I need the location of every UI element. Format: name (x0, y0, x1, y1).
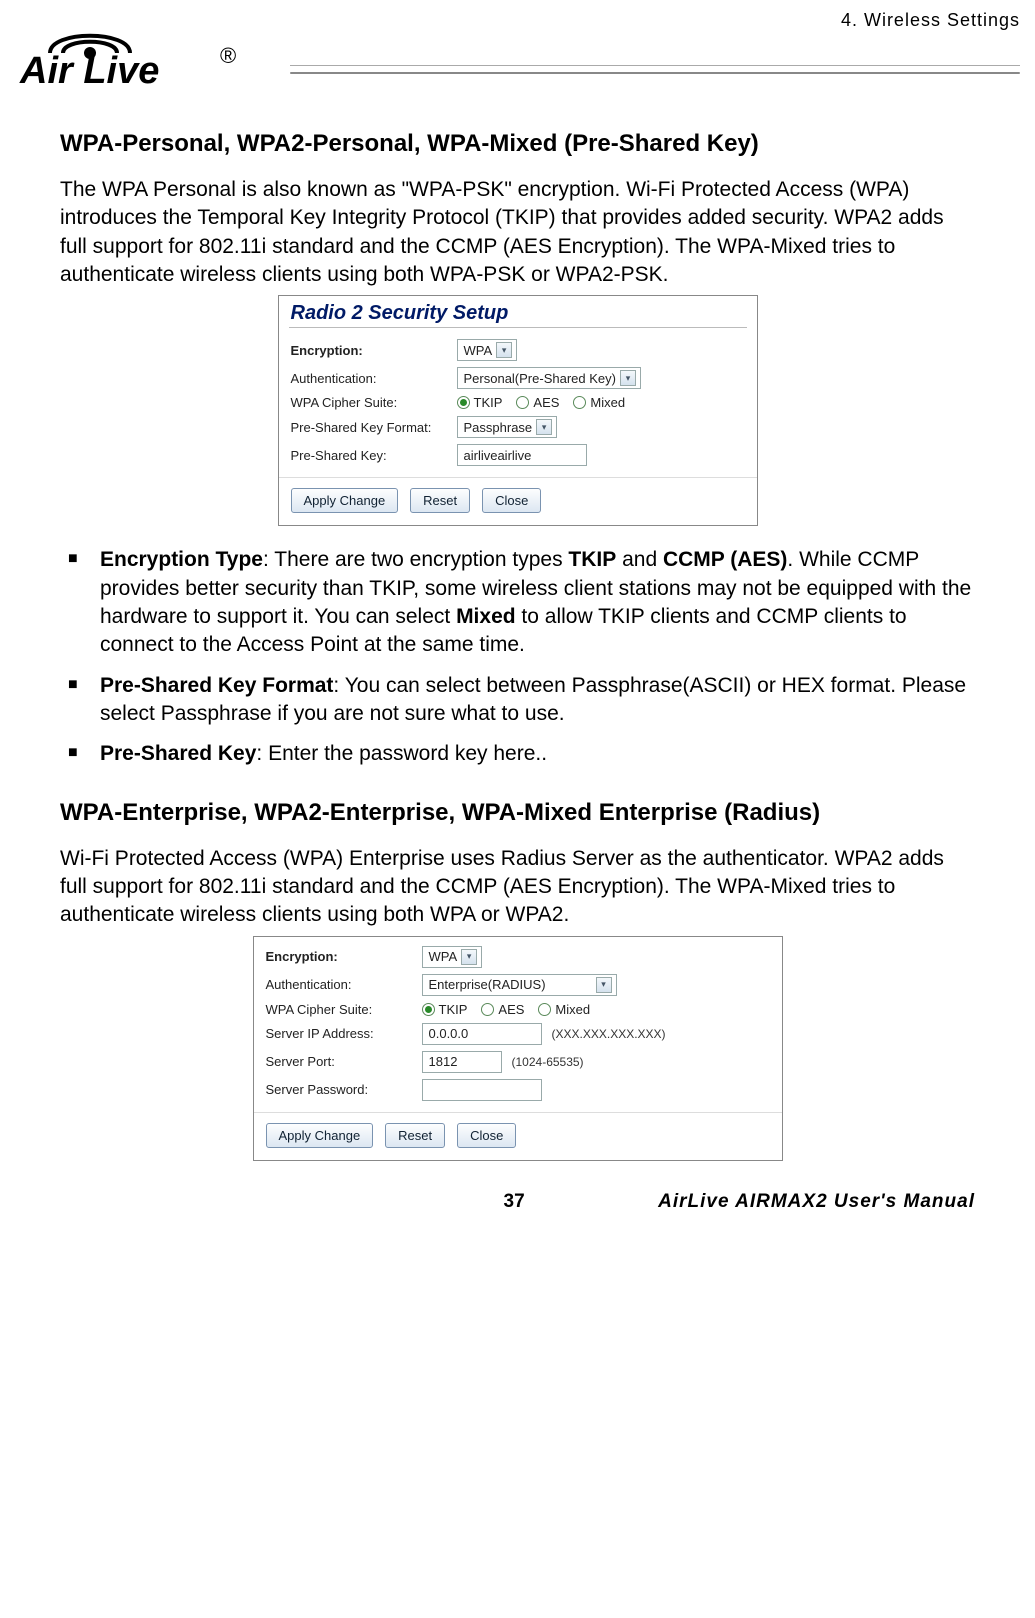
close-button[interactable]: Close (457, 1123, 516, 1148)
cipher-radio-group: TKIP AES Mixed (457, 395, 626, 410)
section-label: 4. Wireless Settings (841, 10, 1020, 31)
cipher-tkip-radio[interactable]: TKIP (457, 395, 503, 410)
encryption2-row: Encryption: WPA ▾ (254, 943, 782, 971)
encryption-value: WPA (464, 343, 493, 358)
radio-icon (516, 396, 529, 409)
bullet-psk: Pre-Shared Key: Enter the password key h… (60, 740, 975, 768)
cipher2-aes-radio[interactable]: AES (481, 1002, 524, 1017)
cipher-row: WPA Cipher Suite: TKIP AES Mixed (279, 392, 757, 413)
reset-button[interactable]: Reset (385, 1123, 445, 1148)
svg-text:Air Live: Air Live (19, 50, 159, 90)
section1-paragraph: The WPA Personal is also known as "WPA-P… (60, 176, 975, 289)
reset-button[interactable]: Reset (410, 488, 470, 513)
psk-format-row: Pre-Shared Key Format: Passphrase ▾ (279, 413, 757, 441)
cipher-label: WPA Cipher Suite: (291, 395, 451, 410)
page-header: Air Live ® 4. Wireless Settings (60, 10, 975, 100)
dialog2-buttons: Apply Change Reset Close (254, 1112, 782, 1160)
psk-row: Pre-Shared Key: airliveairlive (279, 441, 757, 469)
section2-heading: WPA-Enterprise, WPA2-Enterprise, WPA-Mix… (60, 799, 975, 827)
svg-text:®: ® (220, 43, 236, 68)
psk-input[interactable]: airliveairlive (457, 444, 587, 466)
server-port-hint: (1024-65535) (512, 1055, 584, 1069)
radio-icon (573, 396, 586, 409)
security-setup-dialog: Radio 2 Security Setup Encryption: WPA ▾… (278, 295, 758, 526)
radio-icon (481, 1003, 494, 1016)
enterprise-dialog: Encryption: WPA ▾ Authentication: Enterp… (253, 936, 783, 1161)
cipher2-label: WPA Cipher Suite: (266, 1002, 416, 1017)
bullet-psk-format: Pre-Shared Key Format: You can select be… (60, 672, 975, 729)
server-ip-input[interactable]: 0.0.0.0 (422, 1023, 542, 1045)
encryption2-value: WPA (429, 949, 458, 964)
dialog1-divider (289, 327, 747, 328)
auth2-label: Authentication: (266, 977, 416, 992)
cipher-mixed-radio[interactable]: Mixed (573, 395, 625, 410)
server-password-row: Server Password: (254, 1076, 782, 1104)
dialog1-buttons: Apply Change Reset Close (279, 477, 757, 525)
server-port-input[interactable]: 1812 (422, 1051, 502, 1073)
auth-label: Authentication: (291, 371, 451, 386)
radio-icon (538, 1003, 551, 1016)
chevron-down-icon: ▾ (536, 419, 552, 435)
chevron-down-icon: ▾ (461, 949, 477, 965)
encryption2-label: Encryption: (266, 949, 416, 964)
server-ip-hint: (XXX.XXX.XXX.XXX) (552, 1027, 666, 1041)
cipher2-row: WPA Cipher Suite: TKIP AES Mixed (254, 999, 782, 1020)
section1-heading: WPA-Personal, WPA2-Personal, WPA-Mixed (… (60, 130, 975, 158)
apply-button[interactable]: Apply Change (266, 1123, 374, 1148)
chevron-down-icon: ▾ (620, 370, 636, 386)
cipher-aes-radio[interactable]: AES (516, 395, 559, 410)
bullet-encryption-type: Encryption Type: There are two encryptio… (60, 546, 975, 659)
auth-row: Authentication: Personal(Pre-Shared Key)… (279, 364, 757, 392)
section2-paragraph: Wi-Fi Protected Access (WPA) Enterprise … (60, 845, 975, 930)
chevron-down-icon: ▾ (596, 977, 612, 993)
bullet-list-1: Encryption Type: There are two encryptio… (60, 546, 975, 768)
auth-select[interactable]: Personal(Pre-Shared Key) ▾ (457, 367, 641, 389)
dialog1-title: Radio 2 Security Setup (279, 296, 757, 327)
server-password-input[interactable] (422, 1079, 542, 1101)
psk-label: Pre-Shared Key: (291, 448, 451, 463)
psk-format-value: Passphrase (464, 420, 533, 435)
server-password-label: Server Password: (266, 1082, 416, 1097)
auth2-select[interactable]: Enterprise(RADIUS) ▾ (422, 974, 617, 996)
server-port-label: Server Port: (266, 1054, 416, 1069)
auth2-row: Authentication: Enterprise(RADIUS) ▾ (254, 971, 782, 999)
radio-icon (422, 1003, 435, 1016)
page-number: 37 (504, 1191, 525, 1213)
encryption2-select[interactable]: WPA ▾ (422, 946, 483, 968)
server-ip-label: Server IP Address: (266, 1026, 416, 1041)
cipher2-radio-group: TKIP AES Mixed (422, 1002, 591, 1017)
header-rule (290, 65, 1020, 66)
brand-logo: Air Live ® (15, 5, 275, 90)
close-button[interactable]: Close (482, 488, 541, 513)
auth-value: Personal(Pre-Shared Key) (464, 371, 616, 386)
apply-button[interactable]: Apply Change (291, 488, 399, 513)
server-port-row: Server Port: 1812 (1024-65535) (254, 1048, 782, 1076)
cipher2-tkip-radio[interactable]: TKIP (422, 1002, 468, 1017)
auth2-value: Enterprise(RADIUS) (429, 977, 546, 992)
header-rule-thick (290, 72, 1020, 74)
cipher2-mixed-radio[interactable]: Mixed (538, 1002, 590, 1017)
radio-icon (457, 396, 470, 409)
chevron-down-icon: ▾ (496, 342, 512, 358)
encryption-row: Encryption: WPA ▾ (279, 336, 757, 364)
page-footer: 37 AirLive AIRMAX2 User's Manual (60, 1191, 975, 1223)
psk-format-select[interactable]: Passphrase ▾ (457, 416, 558, 438)
encryption-select[interactable]: WPA ▾ (457, 339, 518, 361)
manual-name: AirLive AIRMAX2 User's Manual (658, 1191, 975, 1213)
psk-format-label: Pre-Shared Key Format: (291, 420, 451, 435)
server-ip-row: Server IP Address: 0.0.0.0 (XXX.XXX.XXX.… (254, 1020, 782, 1048)
encryption-label: Encryption: (291, 343, 451, 358)
